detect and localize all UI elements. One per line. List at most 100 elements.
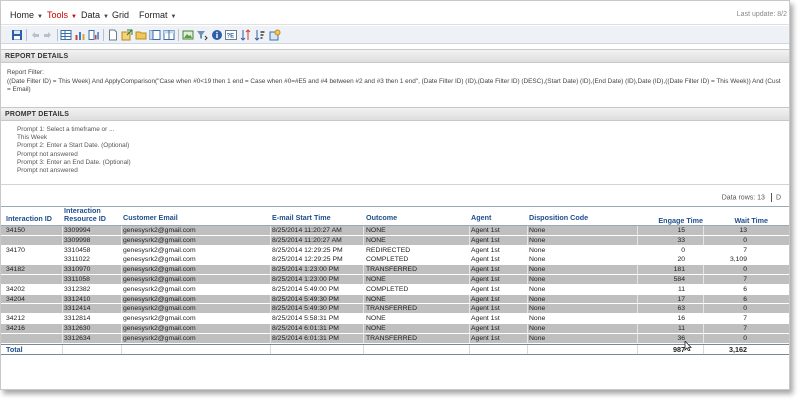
menu-data-label: Data	[81, 10, 101, 20]
grid-line	[637, 294, 638, 304]
menu-data[interactable]: Data ▼	[81, 10, 109, 20]
grid-line	[62, 314, 63, 323]
cell-resource-id: 3309998	[64, 236, 91, 244]
prompt-line: This Week	[17, 134, 48, 142]
cell-interaction-id: 34204	[6, 295, 25, 303]
grid-line	[637, 344, 638, 354]
column-header-customer-email[interactable]: Customer Email	[123, 214, 178, 222]
grid-chart-icon[interactable]	[88, 29, 100, 41]
menu-home[interactable]: Home ▼	[10, 10, 43, 20]
table-row[interactable]: 34182 3310970 genesysrk2@gmail.com 8/25/201…	[1, 265, 789, 275]
column-header-interaction-id[interactable]: Interaction ID	[6, 215, 52, 223]
table-row[interactable]: 34204 3312410 genesysrk2@gmail.com 8/25/201…	[1, 294, 789, 305]
report-details-header[interactable]: REPORT DETAILS	[1, 49, 789, 63]
table-row[interactable]: 3312634 genesysrk2@gmail.com 8/25/2014 6:0…	[1, 333, 789, 344]
grid-line	[637, 255, 638, 265]
cell-customer-email: genesysrk2@gmail.com	[123, 256, 196, 264]
table-row[interactable]: 34170 3310458 genesysrk2@gmail.com 8/25/201…	[1, 245, 789, 256]
menu-tools-label: Tools	[47, 10, 69, 20]
table-row[interactable]: 3309998 genesysrk2@gmail.com 8/25/2014 11:…	[1, 235, 789, 246]
grid-view-icon[interactable]	[60, 29, 72, 41]
prompt-line: Prompt not answered	[17, 167, 78, 175]
cell-wait-time: 13	[739, 227, 747, 234]
divider	[770, 193, 772, 202]
grid-line	[62, 255, 63, 265]
prompt-details-header[interactable]: PROMPT DETAILS	[1, 107, 789, 121]
folder-icon[interactable]	[135, 29, 147, 41]
undo-icon[interactable]	[29, 29, 41, 41]
grid-line	[703, 245, 704, 255]
table-icon[interactable]	[163, 29, 175, 41]
cell-outcome: NONE	[366, 295, 386, 303]
cell-email-start-time: 8/25/2014 12:29:25 PM	[272, 256, 343, 264]
grid-line	[270, 245, 271, 255]
filter-icon[interactable]	[196, 29, 208, 41]
pivot-icon[interactable]	[149, 29, 161, 41]
cell-disposition-code: None	[529, 305, 546, 313]
table-row[interactable]: 34150 3309994 genesysrk2@gmail.com 8/25/201…	[1, 226, 789, 236]
menu-grid[interactable]: Grid	[112, 10, 129, 20]
grid-line	[363, 323, 364, 333]
cell-wait-time: 6	[743, 285, 747, 293]
grid-line	[637, 265, 638, 274]
cell-engage-time: 0	[681, 246, 685, 254]
cell-engage-time: 63	[677, 305, 685, 313]
column-header-wait-time[interactable]: Wait Time	[734, 217, 768, 225]
cell-wait-time: 0	[743, 266, 747, 274]
menu-tools[interactable]: Tools ▼	[47, 10, 77, 20]
cell-engage-time: 17	[677, 295, 685, 303]
save-icon[interactable]	[11, 29, 23, 41]
column-header-interaction-resource-id[interactable]: Interaction Resource ID	[64, 207, 106, 223]
grid-line	[363, 245, 364, 255]
cell-customer-email: genesysrk2@gmail.com	[123, 246, 196, 254]
prompt-line: Prompt not answered	[17, 150, 78, 158]
grid-line	[363, 265, 364, 274]
export-icon[interactable]	[121, 29, 133, 41]
table-row[interactable]: 34202 3312382 genesysrk2@gmail.com 8/25/201…	[1, 284, 789, 295]
total-label: Total	[6, 345, 23, 355]
column-header-engage-time[interactable]: Engage Time	[658, 217, 703, 225]
cell-customer-email: genesysrk2@gmail.com	[123, 334, 196, 342]
cell-email-start-time: 8/25/2014 11:20:27 AM	[272, 236, 342, 244]
grid-line	[270, 226, 271, 235]
table-row[interactable]: 3311058 genesysrk2@gmail.com 8/25/2014 1:2…	[1, 274, 789, 285]
menu-home-label: Home	[10, 10, 35, 20]
cell-agent: Agent 1st	[471, 324, 500, 332]
table-row[interactable]: 3311022 genesysrk2@gmail.com 8/25/2014 12:…	[1, 255, 789, 266]
grid-line	[527, 314, 528, 323]
grid-line	[469, 294, 470, 304]
column-header-agent[interactable]: Agent	[471, 214, 491, 222]
grid-line	[469, 235, 470, 245]
cell-customer-email: genesysrk2@gmail.com	[123, 227, 196, 234]
cell-customer-email: genesysrk2@gmail.com	[123, 266, 196, 274]
grid-line	[270, 294, 271, 304]
redo-icon[interactable]	[42, 29, 54, 41]
cell-customer-email: genesysrk2@gmail.com	[123, 315, 196, 323]
data-rows-suffix: D	[775, 194, 781, 202]
picture-icon[interactable]	[182, 29, 194, 41]
grid-line	[363, 284, 364, 294]
format-icon[interactable]: ?E	[225, 29, 237, 41]
menu-bar: Home ▼ Tools ▼ Data ▼ Grid Format ▼ Last upd…	[1, 1, 789, 25]
cell-email-start-time: 8/25/2014 11:20:27 AM	[272, 227, 342, 234]
column-header-outcome[interactable]: Outcome	[366, 214, 397, 222]
table-row[interactable]: 34212 3312814 genesysrk2@gmail.com 8/25/201…	[1, 314, 789, 324]
cell-engage-time: 16	[677, 315, 685, 323]
chart-view-icon[interactable]	[74, 29, 86, 41]
sort-asc-icon[interactable]	[254, 29, 266, 41]
settings-icon[interactable]	[269, 29, 281, 41]
cell-resource-id: 3310970	[64, 266, 91, 274]
table-row[interactable]: 3312414 genesysrk2@gmail.com 8/25/2014 5:4…	[1, 304, 789, 315]
info-icon[interactable]	[211, 29, 223, 41]
column-header-email-start-time[interactable]: E-mail Start Time	[272, 214, 331, 222]
cell-outcome: TRANSFERRED	[366, 266, 417, 274]
sort-icon[interactable]	[240, 29, 252, 41]
table-row[interactable]: 34216 3312630 genesysrk2@gmail.com 8/25/201…	[1, 323, 789, 334]
cell-disposition-code: None	[529, 227, 546, 234]
column-header-disposition-code[interactable]: Disposition Code	[529, 214, 588, 222]
cell-email-start-time: 8/25/2014 1:23:00 PM	[272, 275, 339, 283]
page-icon[interactable]	[107, 29, 119, 41]
menu-format[interactable]: Format ▼	[139, 10, 176, 20]
cell-interaction-id: 34216	[6, 324, 25, 332]
toolbar-divider	[103, 29, 104, 41]
